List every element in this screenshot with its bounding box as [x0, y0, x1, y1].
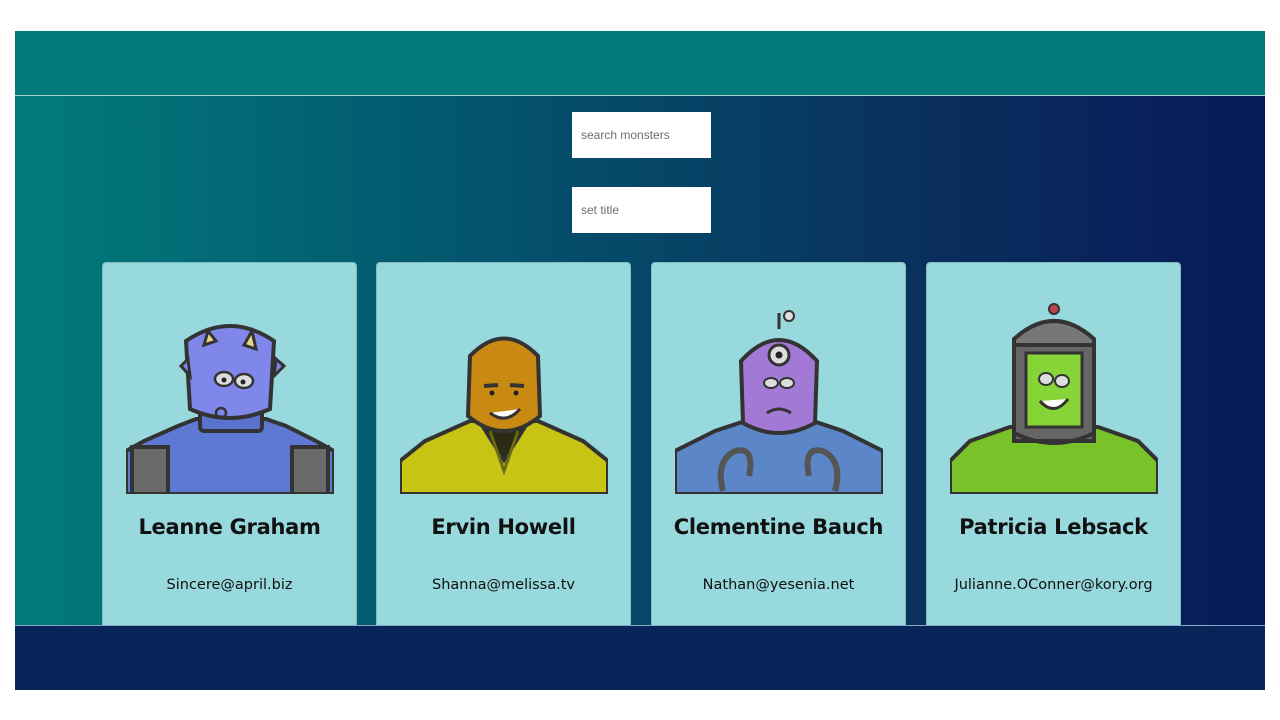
- orange-monster-icon: [400, 336, 608, 494]
- monster-name: Clementine Bauch: [673, 515, 884, 539]
- monster-email: Sincere@april.biz: [166, 577, 293, 593]
- app-frame: Leanne Graham Sincere@april.biz Ervin Ho…: [15, 31, 1265, 690]
- monster-card[interactable]: Leanne Graham Sincere@april.biz: [102, 262, 357, 625]
- footer-band: [15, 625, 1265, 690]
- monster-name: Patricia Lebsack: [959, 515, 1148, 539]
- blue-monster-icon: [126, 324, 334, 494]
- monster-card[interactable]: Clementine Bauch Nathan@yesenia.net: [651, 262, 906, 625]
- monster-card[interactable]: Patricia Lebsack Julianne.OConner@kory.o…: [926, 262, 1181, 625]
- monster-email: Julianne.OConner@kory.org: [954, 577, 1153, 593]
- header-band: [15, 31, 1265, 96]
- card-list: Leanne Graham Sincere@april.biz Ervin Ho…: [102, 262, 1182, 625]
- green-monster-icon: [950, 303, 1158, 494]
- search-input[interactable]: [572, 112, 711, 158]
- purple-monster-icon: [675, 310, 883, 494]
- main-area: Leanne Graham Sincere@april.biz Ervin Ho…: [15, 96, 1265, 625]
- monster-email: Nathan@yesenia.net: [702, 577, 855, 593]
- monster-name: Leanne Graham: [138, 515, 321, 539]
- monster-name: Ervin Howell: [431, 515, 576, 539]
- monster-email: Shanna@melissa.tv: [431, 577, 576, 593]
- monster-card[interactable]: Ervin Howell Shanna@melissa.tv: [376, 262, 631, 625]
- set-title-input[interactable]: [572, 187, 711, 233]
